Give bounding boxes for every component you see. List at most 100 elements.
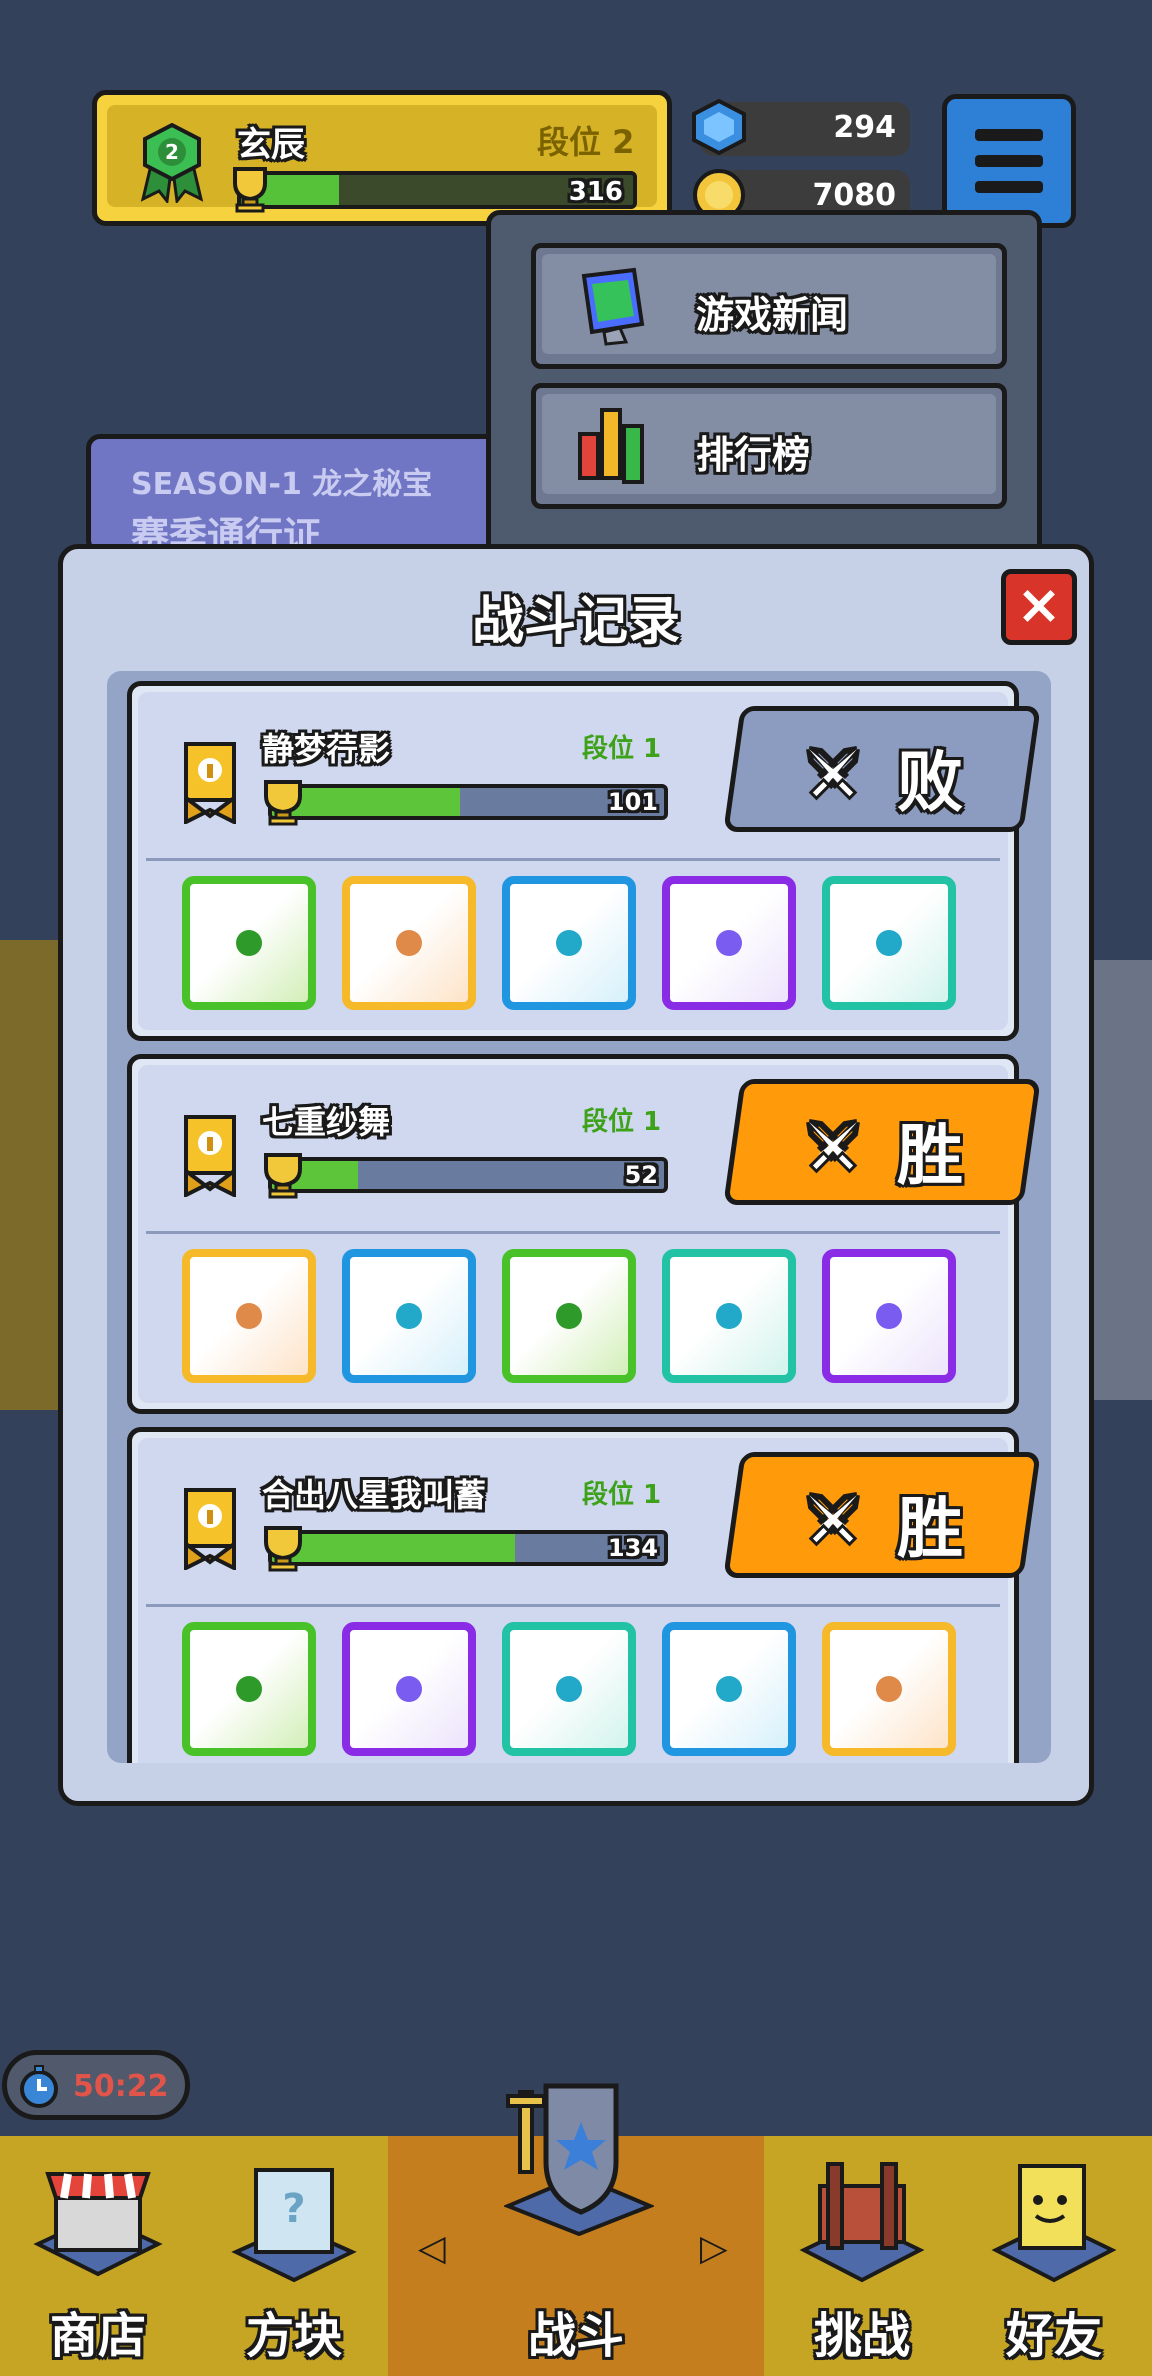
result-badge[interactable]: 胜 [723,1452,1041,1578]
opponent-name: 七重纱舞 [262,1103,391,1141]
battle-record[interactable]: 静梦荇影 段位 1 101 败 [127,681,1041,1041]
rank-medal-icon: 2 [140,123,204,203]
season-pass-banner[interactable]: SEASON-1 龙之秘宝 赛季通行证 [86,434,506,554]
friends-icon [991,2164,1117,2283]
nav-arrow-left-icon[interactable]: ◁ [418,2228,446,2269]
opponent-name: 合出八星我叫蓄 [262,1476,487,1514]
battle-record[interactable]: 合出八星我叫蓄 段位 1 134 胜 [127,1427,1041,1763]
shop-icon [33,2172,163,2277]
record-divider [146,1231,1000,1234]
opponent-trophy-bar: 101 [268,784,668,820]
bar-chart-icon [578,408,644,484]
die-pip [716,1676,742,1702]
crossed-swords-icon [806,746,860,801]
result-label: 胜 [897,1490,963,1567]
nav-tab-challenge[interactable]: 挑战 [764,2136,960,2376]
opponent-trophy-bar: 52 [268,1157,668,1193]
trophy-icon [233,167,267,213]
nav-tab-shop[interactable]: 商店 [0,2136,196,2376]
nav-label-dice: 方块 [245,2308,342,2364]
dice-deck [182,1622,982,1762]
die-pip [716,1303,742,1329]
menu-button[interactable] [942,94,1076,228]
teal-die [822,876,956,1010]
die-pip [396,930,422,956]
season-title: SEASON-1 龙之秘宝 [131,467,433,502]
die-pip [556,1676,582,1702]
rank-ribbon-icon [184,1488,236,1570]
menu-item-leaderboard[interactable]: 排行榜 [531,383,1007,509]
result-inner: 胜 [737,1084,1027,1200]
nav-tab-friends[interactable]: 好友 [956,2136,1152,2376]
result-label: 败 [897,744,963,821]
nav-tab-battle[interactable]: 战斗 [478,2083,674,2376]
blue-die [502,876,636,1010]
nav-label-battle: 战斗 [527,2308,624,2364]
purple-die [342,1622,476,1756]
opponent-trophy-value: 134 [607,1534,658,1562]
menu-icon-line [975,181,1043,193]
bottom-navigation: 商店 ? 方块 战斗 ◁ ▷ 挑战 好友 [0,2083,1152,2376]
player-trophy-bar: 316 [237,171,637,209]
die-pip [236,1676,262,1702]
player-rank: 段位 2 [537,123,635,161]
player-card[interactable]: 2 玄辰 段位 2 316 [92,90,672,226]
gem-counter[interactable]: 294 [692,98,910,156]
yellow-die [822,1622,956,1756]
green-die [502,1249,636,1383]
result-badge[interactable]: 败 [723,706,1041,832]
die-pip [236,930,262,956]
nav-label-friends: 好友 [1005,2308,1102,2364]
battle-record[interactable]: 七重纱舞 段位 1 52 胜 [127,1054,1041,1414]
die-pip [716,930,742,956]
opponent-trophy-value: 52 [624,1161,658,1189]
shop-timer: 50:22 [2,2050,190,2120]
result-inner: 胜 [737,1457,1027,1573]
blue-die [342,1249,476,1383]
nav-arrow-right-icon[interactable]: ▷ [700,2228,728,2269]
clock-icon [20,2065,58,2108]
opponent-trophy-fill [272,1534,516,1562]
nav-tab-dice[interactable]: ? 方块 [196,2136,392,2376]
opponent-rank: 段位 1 [582,734,662,764]
die-pip [396,1676,422,1702]
battle-shield-icon [504,2083,654,2236]
die-pip [556,1303,582,1329]
yellow-die [182,1249,316,1383]
dice-deck [182,876,982,1016]
trophy-icon [264,1153,302,1199]
menu-item-label: 排行榜 [696,433,811,477]
nav-label-challenge: 挑战 [813,2308,910,2364]
opponent-rank: 段位 1 [582,1480,662,1510]
svg-text:2: 2 [165,140,179,164]
player-trophy-value: 316 [568,177,623,207]
teal-die [502,1622,636,1756]
gem-icon [692,98,746,156]
battle-log-modal: 战斗记录 × 静梦荇影 段位 1 101 败 七重纱舞 段位 1 52 胜 合出… [58,544,1094,1806]
svg-text:?: ? [282,2186,305,2232]
result-badge[interactable]: 胜 [723,1079,1041,1205]
battle-record-list[interactable]: 静梦荇影 段位 1 101 败 七重纱舞 段位 1 52 胜 合出八星我叫蓄 段… [107,671,1051,1763]
timer-value: 50:22 [73,2069,169,2104]
die-pip [396,1303,422,1329]
trophy-icon [264,780,302,826]
purple-die [662,876,796,1010]
menu-item-news[interactable]: 游戏新闻 [531,243,1007,369]
challenge-icon [799,2162,925,2283]
trophy-icon [264,1526,302,1572]
record-divider [146,1604,1000,1607]
rank-ribbon-icon [184,1115,236,1197]
menu-item-label: 游戏新闻 [696,293,849,337]
rank-ribbon-icon [184,742,236,824]
modal-title: 战斗记录 [471,592,680,652]
close-button[interactable]: × [1001,569,1077,645]
menu-icon-line [975,129,1043,141]
opponent-rank: 段位 1 [582,1107,662,1137]
crossed-swords-icon [806,1492,860,1547]
die-pip [236,1303,262,1329]
die-pip [876,930,902,956]
menu-icon-line [975,155,1043,167]
result-label: 胜 [897,1117,963,1194]
die-pip [876,1676,902,1702]
dice-box-icon: ? [231,2168,357,2283]
